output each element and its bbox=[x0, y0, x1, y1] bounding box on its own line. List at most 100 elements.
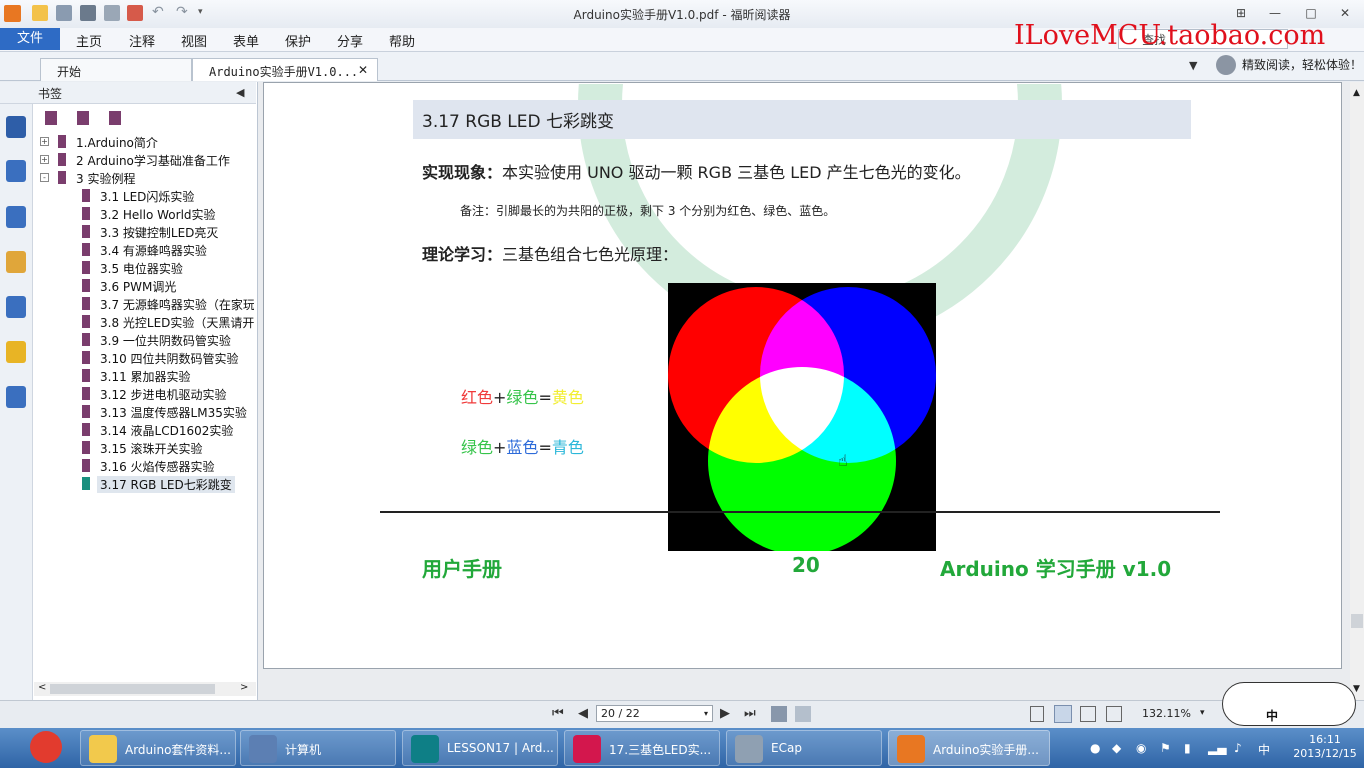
bookmark-item[interactable]: 3.13 温度传感器LM35实验 bbox=[36, 403, 254, 421]
chrome-icon[interactable] bbox=[30, 731, 62, 763]
bookmark-label: 3.10 四位共阴数码管实验 bbox=[100, 352, 239, 366]
ime-tray-label[interactable]: 中 bbox=[1258, 741, 1270, 758]
bookmark-item[interactable]: 3.6 PWM调光 bbox=[36, 277, 254, 295]
webcam-icon bbox=[735, 735, 763, 763]
network-tray-icon[interactable]: ◆ bbox=[1112, 741, 1121, 755]
single-page-icon[interactable] bbox=[1030, 706, 1044, 722]
collapse-icon[interactable]: - bbox=[40, 173, 49, 182]
bookmark-item[interactable]: 3.14 液晶LCD1602实验 bbox=[36, 421, 254, 439]
flag-tray-icon[interactable]: ⚑ bbox=[1160, 741, 1171, 755]
security-lock-icon[interactable] bbox=[6, 341, 26, 363]
menu-protect[interactable]: 保护 bbox=[285, 31, 311, 50]
scroll-up-icon[interactable]: ▲ bbox=[1353, 88, 1360, 98]
bookmark-item[interactable]: 3.10 四位共阴数码管实验 bbox=[36, 349, 254, 367]
system-clock[interactable]: 16:11 2013/12/15 bbox=[1290, 733, 1360, 761]
bookmark-hscroll-thumb[interactable] bbox=[50, 684, 215, 694]
bookmark-item[interactable]: 3.8 光控LED实验（天黑请开灯 bbox=[36, 313, 254, 331]
taskbar-item-ecap[interactable]: ECap bbox=[726, 730, 882, 766]
tab-start[interactable]: 开始 bbox=[40, 58, 192, 81]
taskbar-item-arduino-folder[interactable]: Arduino套件资料... bbox=[80, 730, 236, 766]
file-menu-button[interactable]: 文件 bbox=[0, 28, 60, 50]
bookmark-item[interactable]: 3.16 火焰传感器实验 bbox=[36, 457, 254, 475]
taskbar-item-computer[interactable]: 计算机 bbox=[240, 730, 396, 766]
attachments-icon[interactable] bbox=[6, 296, 26, 318]
previous-view-icon[interactable] bbox=[771, 706, 787, 722]
bookmark-item[interactable]: 3.5 电位器实验 bbox=[36, 259, 254, 277]
tab-list-dropdown-icon[interactable]: ▼ bbox=[1189, 59, 1197, 72]
bookmark-label: 3.14 液晶LCD1602实验 bbox=[100, 424, 234, 438]
goto-bookmark-icon[interactable] bbox=[109, 111, 121, 125]
close-button[interactable]: ✕ bbox=[1332, 4, 1358, 22]
bookmark-item[interactable]: +1.Arduino简介 bbox=[36, 133, 254, 151]
menu-share[interactable]: 分享 bbox=[337, 31, 363, 50]
expand-icon[interactable]: + bbox=[40, 155, 49, 164]
security-tray-icon[interactable]: ◉ bbox=[1136, 741, 1146, 755]
scroll-right-icon[interactable]: > bbox=[240, 682, 248, 693]
signature-icon[interactable] bbox=[6, 386, 26, 408]
layers-icon[interactable] bbox=[6, 206, 26, 228]
bookmark-item[interactable]: 3.4 有源蜂鸣器实验 bbox=[36, 241, 254, 259]
ime-mascot-toolbar[interactable] bbox=[1222, 682, 1356, 726]
usb-tray-icon[interactable]: ▮ bbox=[1184, 741, 1191, 755]
promo-watermark: ILoveMCU.taobao.com bbox=[1014, 20, 1326, 51]
ime-mode-label[interactable]: 中 bbox=[1266, 707, 1278, 724]
bookmark-label: 3.1 LED闪烁实验 bbox=[100, 190, 195, 204]
bookmark-item[interactable]: +2 Arduino学习基础准备工作 bbox=[36, 151, 254, 169]
next-view-icon[interactable] bbox=[795, 706, 811, 722]
bookmark-item[interactable]: 3.7 无源蜂鸣器实验（在家玩 bbox=[36, 295, 254, 313]
bookmark-item[interactable]: 3.15 滚珠开关实验 bbox=[36, 439, 254, 457]
menu-form[interactable]: 表单 bbox=[233, 31, 259, 50]
bookmark-icon bbox=[58, 153, 66, 166]
menu-help[interactable]: 帮助 bbox=[389, 31, 415, 50]
formula1-plus: + bbox=[493, 388, 507, 407]
scroll-left-icon[interactable]: < bbox=[38, 682, 46, 693]
page-thumbnails-icon[interactable] bbox=[6, 160, 26, 182]
delete-bookmark-icon[interactable] bbox=[45, 111, 57, 125]
qq-tray-icon[interactable]: ● bbox=[1090, 741, 1100, 755]
menu-view[interactable]: 视图 bbox=[181, 31, 207, 50]
bookmark-icon bbox=[58, 135, 66, 148]
tab-close-icon[interactable]: ✕ bbox=[358, 63, 368, 77]
bookmark-item[interactable]: 3.12 步进电机驱动实验 bbox=[36, 385, 254, 403]
taskbar-label: Arduino套件资料... bbox=[125, 743, 231, 757]
taskbar-item-foxit[interactable]: Arduino实验手册... bbox=[888, 730, 1050, 766]
bookmark-icon bbox=[82, 225, 90, 238]
page-dropdown-icon[interactable]: ▾ bbox=[704, 709, 708, 718]
taskbar-item-lesson17[interactable]: LESSON17 | Ard... bbox=[402, 730, 558, 766]
bookmark-nav-icon[interactable] bbox=[6, 116, 26, 138]
first-page-icon[interactable]: ⏮ bbox=[552, 706, 564, 721]
hand-cursor-icon: ☝ bbox=[838, 451, 848, 470]
tab-document[interactable]: Arduino实验手册V1.0... bbox=[192, 58, 378, 81]
add-bookmark-icon[interactable] bbox=[77, 111, 89, 125]
previous-page-icon[interactable]: ◀ bbox=[578, 706, 588, 721]
next-page-icon[interactable]: ▶ bbox=[720, 706, 730, 721]
volume-tray-icon[interactable]: ♪ bbox=[1234, 741, 1242, 755]
last-page-icon[interactable]: ⏭ bbox=[744, 706, 756, 721]
signal-tray-icon[interactable]: ▂▄ bbox=[1208, 741, 1226, 755]
zoom-dropdown-icon[interactable]: ▾ bbox=[1200, 708, 1205, 718]
bookmark-item[interactable]: 3.11 累加器实验 bbox=[36, 367, 254, 385]
bookmark-item[interactable]: 3.17 RGB LED七彩跳变 bbox=[36, 475, 254, 493]
bookmark-item[interactable]: 3.3 按键控制LED亮灭 bbox=[36, 223, 254, 241]
facing-page-icon[interactable] bbox=[1080, 706, 1096, 722]
bookmark-item[interactable]: 3.1 LED闪烁实验 bbox=[36, 187, 254, 205]
phenomenon-text: 本实验使用 UNO 驱动一颗 RGB 三基色 LED 产生七色光的变化。 bbox=[502, 163, 971, 182]
bookmark-item[interactable]: 3.9 一位共阴数码管实验 bbox=[36, 331, 254, 349]
taskbar-item-rgb-led[interactable]: 17.三基色LED实... bbox=[564, 730, 720, 766]
bookmark-item[interactable]: - 3 实验例程 bbox=[36, 169, 254, 187]
bookmark-item[interactable]: 3.2 Hello World实验 bbox=[36, 205, 254, 223]
menu-comment[interactable]: 注释 bbox=[129, 31, 155, 50]
collapse-panel-icon[interactable]: ◀ bbox=[236, 86, 244, 99]
document-vscroll-thumb[interactable] bbox=[1351, 614, 1363, 628]
comments-icon[interactable] bbox=[6, 251, 26, 273]
document-vscrollbar[interactable] bbox=[1350, 82, 1364, 700]
expand-icon[interactable]: + bbox=[40, 137, 49, 146]
continuous-facing-icon[interactable] bbox=[1106, 706, 1122, 722]
scroll-down-icon[interactable]: ▼ bbox=[1353, 684, 1360, 694]
zoom-level[interactable]: 132.11% bbox=[1142, 707, 1191, 720]
menu-home[interactable]: 主页 bbox=[76, 31, 102, 50]
continuous-page-icon[interactable] bbox=[1054, 705, 1072, 723]
page-number-input[interactable]: 20 / 22 ▾ bbox=[596, 705, 713, 722]
flash-video-icon bbox=[573, 735, 601, 763]
bookmark-icon bbox=[82, 279, 90, 292]
